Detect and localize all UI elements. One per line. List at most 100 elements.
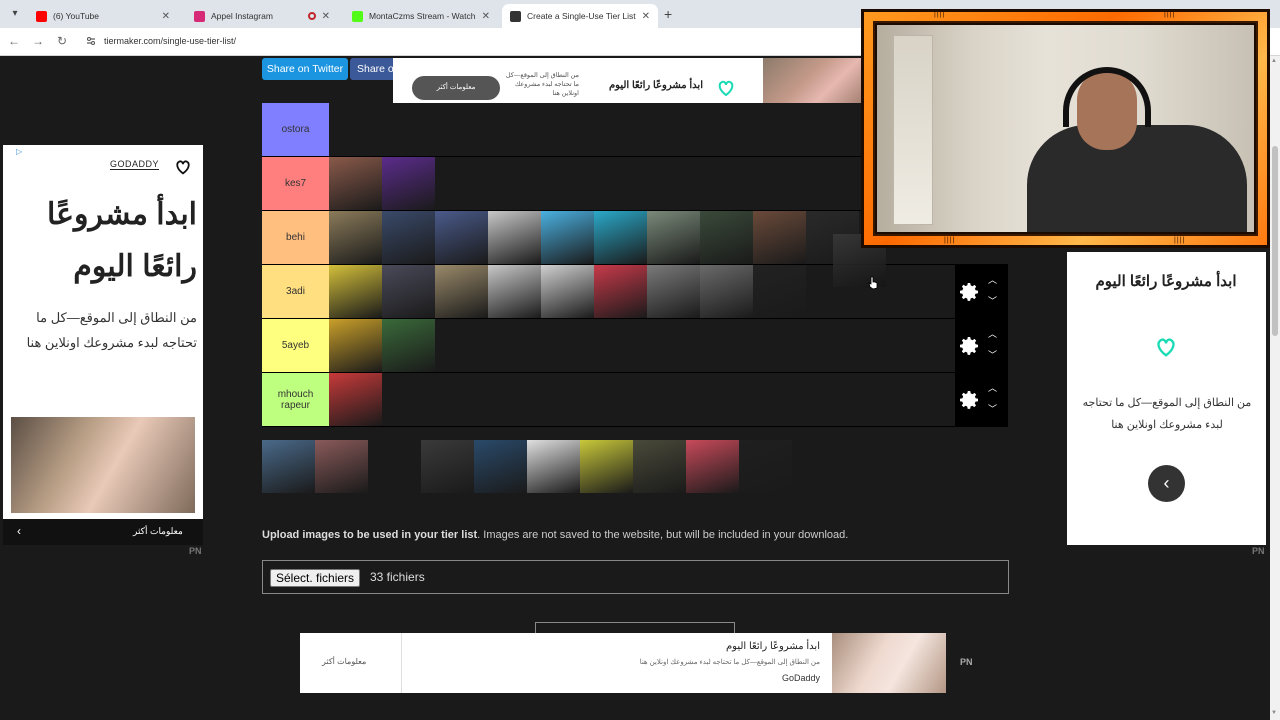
chevron-down-icon[interactable]: ﹀ [988, 348, 997, 361]
bottom-banner-ad[interactable]: معلومات أكثر ابدأ مشروعًا رائعًا اليوم م… [300, 633, 946, 693]
close-icon[interactable]: ✕ [482, 11, 490, 22]
reload-icon[interactable]: ↻ [54, 34, 70, 48]
chevron-up-icon[interactable]: ︿ [988, 273, 997, 286]
godaddy-logo-icon [1157, 338, 1175, 357]
forward-icon[interactable]: → [30, 34, 46, 48]
left-sidebar-ad[interactable]: ▷ GODADDY ابدأ مشروعًا رائعًا اليوم من ا… [3, 145, 203, 545]
chevron-left-icon[interactable]: ‹ [1148, 465, 1185, 502]
right-sidebar-ad[interactable]: ابدأ مشروعًا رائعًا اليوم من النطاق إلى … [1067, 252, 1266, 545]
tier-item-image[interactable] [541, 211, 594, 264]
tab-tiermaker[interactable]: Create a Single-Use Tier List (Pi ✕ [502, 4, 658, 28]
gear-icon[interactable] [957, 334, 981, 358]
tab-title: Create a Single-Use Tier List (Pi [527, 11, 636, 21]
tier-items[interactable] [329, 211, 859, 264]
pool-item-image[interactable] [262, 440, 315, 493]
share-facebook-button[interactable]: Share o [350, 58, 394, 80]
ad-subtext: من النطاق إلى الموقع—كل ما تحتاجه لبدء م… [505, 72, 579, 97]
tier-item-image[interactable] [435, 265, 488, 318]
tier-item-image[interactable] [329, 373, 382, 426]
tier-item-image[interactable] [700, 265, 753, 318]
tier-item-image[interactable] [329, 319, 382, 372]
ad-more-info-button[interactable]: معلومات أكثر [412, 76, 500, 100]
chevron-up-icon[interactable]: ︿ [988, 381, 997, 394]
webcam-video [877, 25, 1254, 232]
page-scrollbar[interactable]: ▲ ▼ [1270, 56, 1280, 720]
scroll-up-icon[interactable]: ▲ [1271, 58, 1277, 64]
tier-items[interactable] [329, 157, 435, 210]
back-icon[interactable]: ← [6, 34, 22, 48]
tier-item-image[interactable] [329, 265, 382, 318]
chevron-down-icon[interactable]: ﹀ [988, 294, 997, 307]
tier-item-image[interactable] [488, 211, 541, 264]
ad-more-info-link[interactable]: معلومات أكثر [322, 657, 366, 666]
pool-item-image[interactable] [474, 440, 527, 493]
tier-label[interactable]: behi [262, 211, 329, 264]
tier-items[interactable] [329, 373, 382, 426]
close-icon[interactable]: ✕ [642, 11, 650, 22]
close-icon[interactable]: ✕ [322, 11, 330, 22]
ad-more-info-link[interactable]: معلومات أكثر [133, 526, 183, 537]
chevron-down-icon[interactable]: ﹀ [988, 402, 997, 415]
pool-item-image[interactable] [421, 440, 474, 493]
tier-item-image[interactable] [647, 211, 700, 264]
gear-icon[interactable] [957, 388, 981, 412]
pool-item-image[interactable] [633, 440, 686, 493]
new-tab-button[interactable]: + [664, 6, 672, 22]
site-info-icon[interactable] [86, 36, 96, 46]
tier-item-image[interactable] [753, 265, 806, 318]
tier-item-image[interactable] [435, 211, 488, 264]
tier-item-image[interactable] [700, 211, 753, 264]
frame-decoration: |||| [1164, 11, 1176, 18]
kick-icon [352, 10, 363, 22]
tier-item-image[interactable] [594, 211, 647, 264]
tier-item-image[interactable] [329, 211, 382, 264]
ad-headline: ابدأ مشروعًا رائعًا اليوم [1095, 273, 1237, 290]
tier-label[interactable]: kes7 [262, 157, 329, 210]
ad-photo [832, 633, 946, 693]
url-field[interactable]: tiermaker.com/single-use-tier-list/ [104, 36, 236, 46]
tier-items[interactable] [329, 265, 806, 318]
scroll-down-icon[interactable]: ▼ [1271, 710, 1277, 716]
pool-item-image[interactable] [368, 440, 421, 493]
tier-item-image[interactable] [753, 211, 806, 264]
tier-item-image[interactable] [594, 265, 647, 318]
pool-item-image[interactable] [315, 440, 368, 493]
upload-instructions: Upload images to be used in your tier li… [262, 529, 848, 541]
scrollbar-thumb[interactable] [1272, 146, 1278, 336]
tier-row: 5ayeb ︿ ﹀ [262, 319, 1008, 373]
pool-item-image[interactable] [580, 440, 633, 493]
tier-item-image[interactable] [647, 265, 700, 318]
tier-label[interactable]: 3adi [262, 265, 329, 318]
tab-youtube[interactable]: (6) YouTube ✕ [28, 4, 178, 28]
tier-item-image[interactable] [382, 265, 435, 318]
file-upload-box[interactable]: Sélect. fichiers 33 fichiers [262, 560, 1009, 594]
tab-instagram[interactable]: Appel Instagram ✕ [186, 4, 338, 28]
select-files-button[interactable]: Sélect. fichiers [270, 569, 361, 587]
gear-icon[interactable] [957, 280, 981, 304]
tier-controls: ︿ ﹀ [955, 319, 1008, 372]
tier-item-image[interactable] [541, 265, 594, 318]
pool-item-image[interactable] [527, 440, 580, 493]
chevron-up-icon[interactable]: ︿ [988, 327, 997, 340]
tier-label[interactable]: 5ayeb [262, 319, 329, 372]
tab-kick-stream[interactable]: MontaCzms Stream - Watch Li ✕ [344, 4, 498, 28]
tier-item-image[interactable] [382, 319, 435, 372]
upload-instructions-rest: . Images are not saved to the website, b… [477, 529, 849, 541]
file-count-label: 33 fichiers [370, 570, 425, 584]
tab-search-icon[interactable]: ▾ [8, 7, 22, 21]
share-twitter-button[interactable]: Share on Twitter [262, 58, 348, 80]
chevron-left-icon[interactable]: ‹ [17, 524, 21, 538]
tier-label[interactable]: mhouch rapeur [262, 373, 329, 426]
tier-label[interactable]: ostora [262, 103, 329, 156]
tier-item-image[interactable] [382, 157, 435, 210]
pool-item-image[interactable] [686, 440, 739, 493]
tier-item-image[interactable] [329, 157, 382, 210]
tier-row: mhouch rapeur ︿ ﹀ [262, 373, 1008, 427]
close-icon[interactable]: ✕ [162, 11, 170, 22]
tier-item-image[interactable] [488, 265, 541, 318]
pool-item-image[interactable] [739, 440, 792, 493]
adchoices-icon[interactable]: ▷ [16, 147, 22, 156]
unranked-pool[interactable] [262, 440, 792, 493]
tier-items[interactable] [329, 319, 435, 372]
tier-item-image[interactable] [382, 211, 435, 264]
